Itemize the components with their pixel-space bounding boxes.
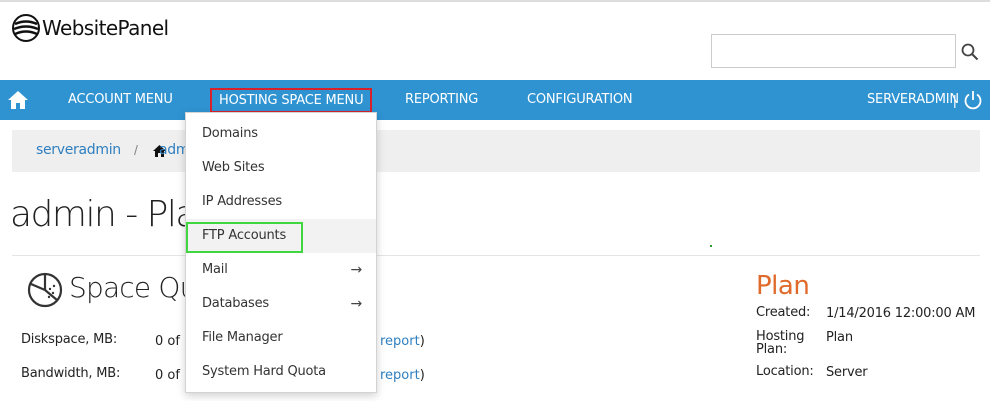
quota-label: Bandwidth, MB:	[21, 366, 121, 381]
menu-item-label: FTP Accounts	[202, 228, 287, 243]
location-value: Server	[826, 365, 868, 380]
menu-item-label: File Manager	[202, 330, 283, 345]
nav-configuration[interactable]: CONFIGURATION	[527, 80, 633, 120]
created-value: 1/14/2016 12:00:00 AM	[826, 306, 976, 321]
menu-item-label: IP Addresses	[202, 194, 282, 209]
arrow-right-icon: →	[350, 262, 362, 278]
home-icon[interactable]	[6, 89, 30, 111]
created-label: Created:	[756, 305, 811, 320]
marker-dot	[710, 245, 712, 247]
main-nav: ACCOUNT MENU HOSTING SPACE MENU REPORTIN…	[0, 80, 990, 120]
search-icon	[961, 43, 979, 61]
location-label: Location:	[756, 364, 814, 379]
nav-separator: |	[953, 92, 957, 108]
menu-item-domains[interactable]: Domains	[186, 117, 376, 151]
nav-user[interactable]: SERVERADMIN	[867, 80, 959, 120]
menu-item-ftp-accounts[interactable]: FTP Accounts	[186, 219, 376, 253]
menu-item-mail[interactable]: Mail →	[186, 253, 376, 287]
search-input[interactable]	[711, 34, 956, 68]
quota-label: Diskspace, MB:	[21, 332, 118, 347]
nav-account-menu[interactable]: ACCOUNT MENU	[68, 80, 173, 120]
report-link-text[interactable]: report	[380, 334, 420, 349]
plan-title: Plan	[756, 271, 810, 301]
power-icon[interactable]	[963, 90, 983, 110]
quota-report-link[interactable]: report)	[380, 368, 425, 383]
report-link-text[interactable]: report	[380, 368, 420, 383]
menu-item-file-manager[interactable]: File Manager	[186, 321, 376, 355]
divider	[12, 255, 980, 256]
breadcrumb-root[interactable]: serveradmin	[36, 142, 121, 158]
pie-chart-icon	[27, 272, 63, 308]
globe-icon	[12, 14, 40, 42]
menu-item-label: Databases	[202, 296, 270, 311]
menu-item-label: Mail	[202, 262, 228, 277]
menu-item-label: Web Sites	[202, 160, 265, 175]
menu-item-databases[interactable]: Databases →	[186, 287, 376, 321]
hosting-plan-label-line2: Plan:	[756, 342, 788, 357]
arrow-right-icon: →	[350, 296, 362, 312]
menu-item-web-sites[interactable]: Web Sites	[186, 151, 376, 185]
logo-text: WebsitePanel	[42, 16, 169, 40]
menu-item-label: Domains	[202, 126, 258, 141]
breadcrumb-separator: /	[134, 142, 138, 158]
hosting-plan-value[interactable]: Plan	[826, 330, 853, 345]
nav-reporting[interactable]: REPORTING	[405, 80, 478, 120]
quota-report-link[interactable]: report)	[380, 334, 425, 349]
menu-item-system-hard-quota[interactable]: System Hard Quota	[186, 355, 376, 389]
breadcrumb: serveradmin / admin	[12, 130, 980, 172]
logo[interactable]: WebsitePanel	[12, 14, 169, 42]
search-button[interactable]	[958, 40, 982, 64]
menu-item-ip-addresses[interactable]: IP Addresses	[186, 185, 376, 219]
top-border	[0, 0, 990, 2]
menu-item-label: System Hard Quota	[202, 364, 326, 379]
nav-hosting-space-menu[interactable]: HOSTING SPACE MENU	[210, 88, 373, 113]
hosting-space-dropdown: Domains Web Sites IP Addresses FTP Accou…	[185, 112, 377, 393]
